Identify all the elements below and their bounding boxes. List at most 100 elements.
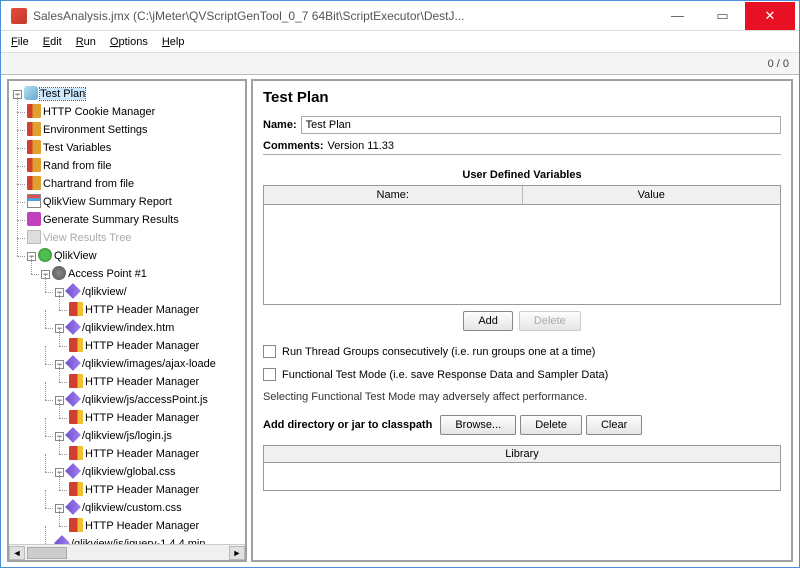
disabled-icon (27, 230, 41, 244)
report-icon (27, 194, 41, 208)
checkbox-label: Run Thread Groups consecutively (i.e. ru… (282, 346, 595, 358)
tree-panel: −Test Plan HTTP Cookie Manager Environme… (7, 79, 247, 562)
functional-note: Selecting Functional Test Mode may adver… (263, 391, 781, 403)
scroll-thumb[interactable] (27, 547, 67, 559)
col-name: Name: (264, 186, 523, 204)
udv-section: User Defined Variables Name: Value Add D… (263, 169, 781, 337)
threadgroup-icon (38, 248, 52, 262)
tree-node[interactable]: Rand from file (43, 160, 111, 172)
name-label: Name: (263, 119, 297, 131)
tree-node[interactable]: HTTP Header Manager (85, 520, 199, 532)
tree-node[interactable]: Test Variables (43, 142, 111, 154)
tree-node[interactable]: /qlikview/ (82, 286, 127, 298)
udv-table[interactable]: Name: Value (263, 185, 781, 305)
scroll-right-icon[interactable]: ► (229, 546, 245, 560)
menu-run[interactable]: Run (76, 36, 96, 48)
tree-root[interactable]: Test Plan (40, 88, 85, 100)
tree-node[interactable]: /qlikview/global.css (82, 466, 176, 478)
library-header: Library (264, 446, 780, 463)
header-icon (69, 302, 83, 316)
scroll-track[interactable] (25, 546, 229, 560)
name-row: Name: (263, 116, 781, 134)
checkbox-icon[interactable] (263, 368, 276, 381)
header-icon (69, 374, 83, 388)
header-icon (69, 482, 83, 496)
tree-node[interactable]: QlikView (54, 250, 97, 262)
tree-node[interactable]: HTTP Header Manager (85, 448, 199, 460)
add-button[interactable]: Add (463, 311, 513, 331)
clear-button[interactable]: Clear (586, 415, 642, 435)
name-input[interactable] (301, 116, 781, 134)
menu-options[interactable]: Options (110, 36, 148, 48)
tree-node[interactable]: Chartrand from file (43, 178, 134, 190)
comments-label: Comments: (263, 140, 324, 152)
config-icon (27, 176, 41, 190)
header-icon (69, 446, 83, 460)
minimize-button[interactable]: — (655, 2, 700, 30)
sampler-icon (65, 427, 81, 443)
sampler-icon (65, 463, 81, 479)
tree-node[interactable]: QlikView Summary Report (43, 196, 172, 208)
controller-icon (52, 266, 66, 280)
panel-title: Test Plan (263, 89, 781, 106)
sampler-icon (65, 283, 81, 299)
test-plan-tree[interactable]: −Test Plan HTTP Cookie Manager Environme… (9, 81, 245, 544)
sampler-icon (65, 319, 81, 335)
run-counter: 0 / 0 (768, 58, 789, 70)
menu-file[interactable]: File (11, 36, 29, 48)
tree-node[interactable]: /qlikview/js/login.js (82, 430, 172, 442)
header-icon (69, 338, 83, 352)
functional-checkbox[interactable]: Functional Test Mode (i.e. save Response… (263, 368, 781, 381)
tree-node[interactable]: Generate Summary Results (43, 214, 179, 226)
window-title: SalesAnalysis.jmx (C:\jMeter\QVScriptGen… (33, 9, 655, 23)
tree-node[interactable]: HTTP Header Manager (85, 376, 199, 388)
scroll-left-icon[interactable]: ◄ (9, 546, 25, 560)
udv-title: User Defined Variables (263, 169, 781, 181)
consecutive-checkbox[interactable]: Run Thread Groups consecutively (i.e. ru… (263, 345, 781, 358)
tree-node[interactable]: Environment Settings (43, 124, 148, 136)
menubar: File Edit Run Options Help (1, 31, 799, 53)
tree-node-disabled[interactable]: View Results Tree (43, 232, 131, 244)
library-table[interactable]: Library (263, 445, 781, 491)
config-icon (27, 104, 41, 118)
classpath-row: Add directory or jar to classpath Browse… (263, 415, 781, 435)
titlebar: SalesAnalysis.jmx (C:\jMeter\QVScriptGen… (1, 1, 799, 31)
browse-button[interactable]: Browse... (440, 415, 516, 435)
menu-edit[interactable]: Edit (43, 36, 62, 48)
content: −Test Plan HTTP Cookie Manager Environme… (1, 75, 799, 566)
tree-node[interactable]: /qlikview/js/jquery-1.4.4.min (71, 538, 206, 544)
flask-icon (24, 86, 38, 100)
editor-panel: Test Plan Name: Comments: Version 11.33 … (251, 79, 793, 562)
close-button[interactable]: ✕ (745, 2, 795, 30)
tree-node[interactable]: /qlikview/js/accessPoint.js (82, 394, 208, 406)
sampler-icon (65, 499, 81, 515)
tree-node[interactable]: HTTP Header Manager (85, 304, 199, 316)
toolbar: 0 / 0 (1, 53, 799, 75)
h-scrollbar[interactable]: ◄ ► (9, 544, 245, 560)
tree-node[interactable]: HTTP Header Manager (85, 412, 199, 424)
comments-row: Comments: Version 11.33 (263, 140, 781, 155)
sampler-icon (54, 535, 70, 544)
checkbox-label: Functional Test Mode (i.e. save Response… (282, 369, 608, 381)
menu-help[interactable]: Help (162, 36, 185, 48)
config-icon (27, 122, 41, 136)
sampler-icon (65, 355, 81, 371)
tree-node[interactable]: HTTP Cookie Manager (43, 106, 155, 118)
config-icon (27, 140, 41, 154)
classpath-label: Add directory or jar to classpath (263, 419, 432, 431)
tree-node[interactable]: /qlikview/index.htm (82, 322, 174, 334)
window-buttons: — ▭ ✕ (655, 2, 795, 30)
cp-delete-button[interactable]: Delete (520, 415, 582, 435)
header-icon (69, 410, 83, 424)
tree-node[interactable]: HTTP Header Manager (85, 484, 199, 496)
checkbox-icon[interactable] (263, 345, 276, 358)
tree-node[interactable]: /qlikview/custom.css (82, 502, 182, 514)
sampler-icon (65, 391, 81, 407)
app-icon (11, 8, 27, 24)
tree-node[interactable]: HTTP Header Manager (85, 340, 199, 352)
header-icon (69, 518, 83, 532)
tree-node[interactable]: Access Point #1 (68, 268, 147, 280)
delete-button[interactable]: Delete (519, 311, 581, 331)
tree-node[interactable]: /qlikview/images/ajax-loade (82, 358, 216, 370)
maximize-button[interactable]: ▭ (700, 2, 745, 30)
